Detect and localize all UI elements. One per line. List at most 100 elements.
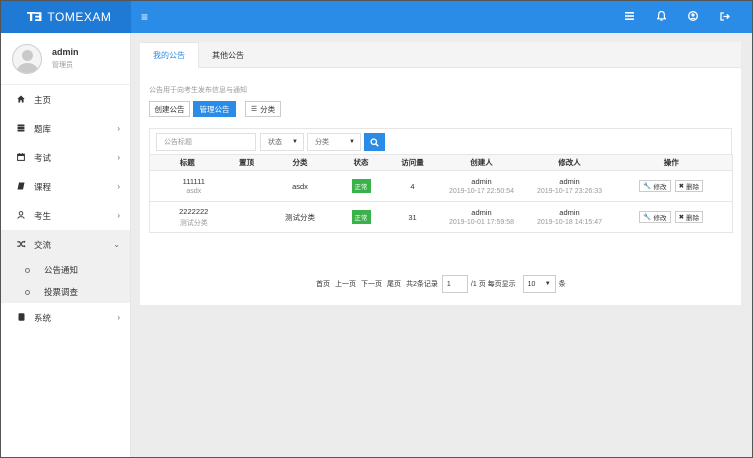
sidebar-item-label: 课程 (34, 181, 52, 192)
modified-time: 2019-10-17 23:26:33 (537, 188, 602, 195)
chevron-right-icon: › (117, 182, 120, 191)
edit-label: 修改 (653, 215, 667, 222)
brand-name: TOMEXAM (47, 10, 112, 24)
sidebar-subitem-label: 投票调查 (44, 287, 79, 297)
sidebar-item-home[interactable]: 主页 (1, 85, 130, 114)
chevron-down-icon: ⌄ (113, 240, 120, 249)
top-cell (224, 201, 269, 233)
notice-title[interactable]: 2222222 (163, 207, 225, 216)
page-number-input[interactable]: 1 (441, 275, 468, 293)
calendar-icon (15, 152, 27, 163)
sidebar-item-label: 考生 (34, 210, 52, 221)
bell-icon[interactable] (654, 9, 668, 23)
status-badge: 正常 (351, 210, 371, 224)
main-area: 我的公告 其他公告 公告用于向考生发布信息与通知 创建公告 管理公告 ☰ 分类 … (131, 33, 752, 457)
profile-role: 管理员 (52, 62, 73, 69)
category-select-value: 分类 (315, 139, 329, 146)
sidebar-subitem-poll[interactable]: 投票调查 (1, 281, 130, 303)
sidebar-item-label: 考试 (34, 152, 52, 163)
column-header: 标题 (149, 154, 225, 171)
circle-icon (25, 267, 30, 273)
top-cell (224, 170, 269, 202)
tab-my-notices[interactable]: 我的公告 (140, 42, 199, 68)
creator-name: admin (471, 208, 492, 217)
title-search-input[interactable]: 公告标题 (156, 133, 256, 151)
status-select[interactable]: 状态 ▼ (260, 133, 304, 151)
sidebar-subitem-notice[interactable]: 公告通知 (1, 259, 130, 281)
filter-bar: 公告标题 状态 ▼ 分类 ▼ (149, 128, 732, 154)
chevron-right-icon: › (117, 124, 120, 133)
top-icons (622, 9, 732, 23)
actions-cell: 🔧 修改 ✖ 删除 (610, 170, 733, 202)
caret-down-icon: ▼ (292, 139, 298, 145)
chevron-right-icon: › (117, 153, 120, 162)
table-row: 2222222 测试分类 测试分类 正常 31 admin 2019-10-01… (149, 201, 733, 233)
notice-table: 标题 置顶 分类 状态 访问量 创建人 修改人 操作 111111 asdx a… (149, 154, 733, 233)
sidebar-item-communication[interactable]: 交流 ⌄ (1, 230, 130, 259)
prev-page-link[interactable]: 上一页 (335, 279, 356, 289)
page-size-unit: 条 (558, 281, 566, 288)
views-cell: 4 (390, 170, 435, 202)
category-cell: asdx (268, 170, 332, 202)
close-box-icon: ✖ (678, 183, 685, 190)
sidebar-item-system[interactable]: 系统 › (1, 303, 130, 332)
menu-toggle-icon[interactable]: ≡ (141, 10, 148, 24)
page-size-select[interactable]: 10 ▼ (522, 275, 556, 293)
sidebar: admin 管理员 主页 题库 › 考试 › 课程 › 考生 › 交流 ⌄ 公告… (1, 33, 131, 457)
column-header: 访问量 (390, 154, 435, 171)
created-time: 2019-10-17 22:50:54 (449, 188, 514, 195)
category-button[interactable]: ☰ 分类 (245, 101, 281, 117)
circle-icon (25, 289, 30, 295)
delete-button[interactable]: ✖ 删除 (674, 211, 704, 223)
sidebar-item-course[interactable]: 课程 › (1, 172, 130, 201)
last-page-link[interactable]: 尾页 (387, 279, 401, 289)
brand[interactable]: T∃ TOMEXAM (1, 1, 131, 33)
title-cell: 111111 asdx (149, 170, 225, 202)
edit-label: 修改 (653, 184, 667, 191)
home-icon (15, 95, 27, 105)
modified-time: 2019-10-18 14:15:47 (537, 219, 602, 226)
sidebar-item-question-bank[interactable]: 题库 › (1, 114, 130, 143)
wrench-icon: 🔧 (643, 183, 652, 190)
chevron-right-icon: › (117, 211, 120, 220)
creator-cell: admin 2019-10-17 22:50:54 (434, 170, 529, 202)
sidebar-item-label: 交流 (34, 239, 52, 250)
title-cell: 2222222 测试分类 (149, 201, 225, 233)
create-notice-button[interactable]: 创建公告 (149, 101, 190, 117)
table-row: 111111 asdx asdx 正常 4 admin 2019-10-17 2… (149, 170, 733, 202)
delete-button[interactable]: ✖ 删除 (674, 180, 704, 192)
edit-button[interactable]: 🔧 修改 (639, 180, 671, 192)
user-profile: admin 管理员 (1, 33, 130, 85)
sidebar-item-label: 主页 (34, 94, 52, 105)
caret-down-icon: ▼ (349, 139, 355, 145)
creator-name: admin (471, 177, 492, 186)
sidebar-item-exam[interactable]: 考试 › (1, 143, 130, 172)
column-header: 操作 (610, 154, 733, 171)
first-page-link[interactable]: 首页 (316, 279, 330, 289)
wrench-icon: 🔧 (643, 214, 652, 221)
modifier-cell: admin 2019-10-17 23:26:33 (528, 170, 611, 202)
status-select-value: 状态 (268, 139, 282, 146)
search-button[interactable] (364, 133, 385, 151)
next-page-link[interactable]: 下一页 (361, 279, 382, 289)
sidebar-item-candidate[interactable]: 考生 › (1, 201, 130, 230)
tab-other-notices[interactable]: 其他公告 (199, 42, 257, 68)
logout-icon[interactable] (718, 9, 732, 23)
user-icon[interactable] (686, 9, 700, 23)
manage-notice-button[interactable]: 管理公告 (193, 101, 236, 117)
database-icon (15, 124, 27, 134)
tab-bar: 我的公告 其他公告 (140, 42, 741, 68)
sidebar-item-label: 题库 (34, 123, 52, 134)
list-icon[interactable] (622, 9, 636, 23)
total-records: 共2条记录 (406, 281, 438, 288)
edit-button[interactable]: 🔧 修改 (639, 211, 671, 223)
notice-title[interactable]: 111111 (163, 177, 225, 186)
page-info: /1 页 每页显示 (470, 281, 516, 288)
content-panel: 我的公告 其他公告 公告用于向考生发布信息与通知 创建公告 管理公告 ☰ 分类 … (140, 42, 741, 305)
status-cell: 正常 (331, 170, 391, 202)
status-badge: 正常 (351, 179, 371, 193)
delete-label: 删除 (686, 215, 700, 222)
category-select[interactable]: 分类 ▼ (307, 133, 361, 151)
notice-subtitle: asdx (186, 188, 202, 195)
modifier-name: admin (559, 208, 580, 217)
